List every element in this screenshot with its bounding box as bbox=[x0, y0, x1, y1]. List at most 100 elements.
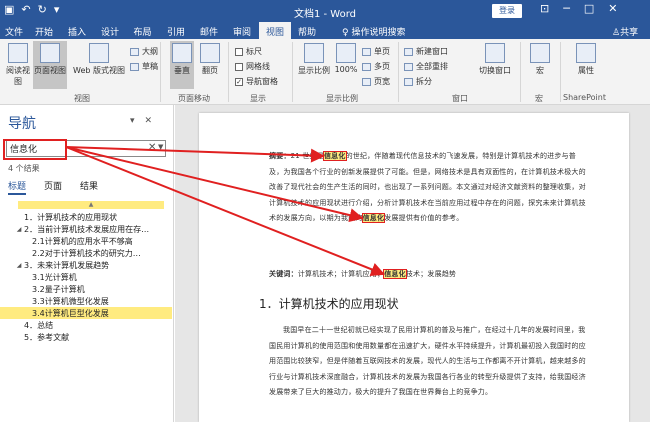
clear-search-icon[interactable]: ✕ bbox=[148, 142, 156, 153]
ruler-checkbox[interactable]: 标尺 bbox=[235, 46, 262, 57]
heading-outline: 1．计算机技术的应用现状 ◢ 2．当前计算机技术发展应用在存… 2.1计算机的应用水平… bbox=[0, 211, 172, 343]
outline-item-label: 5．参考文献 bbox=[24, 332, 70, 342]
restore-icon[interactable]: □ bbox=[584, 2, 594, 15]
outline-item[interactable]: 3.3计算机微型化发展 bbox=[0, 295, 172, 307]
ribbon-display-icon[interactable]: ⊡ bbox=[540, 2, 549, 15]
tell-me-search[interactable]: ♀ 操作说明搜索 bbox=[342, 25, 405, 38]
group-label-show: 显示 bbox=[250, 94, 266, 103]
side-to-side-button[interactable]: 翻页 bbox=[198, 43, 222, 76]
tab-help[interactable]: 帮助 bbox=[291, 22, 323, 39]
close-icon[interactable]: ✕ bbox=[608, 2, 617, 15]
search-match-indicator[interactable]: ▲ bbox=[18, 201, 164, 209]
search-match[interactable]: 信息化 bbox=[383, 269, 407, 279]
nav-pane-checkbox[interactable]: ✓ 导航窗格 bbox=[235, 76, 278, 87]
read-mode-button[interactable]: 阅读视图 bbox=[6, 43, 30, 87]
group-separator bbox=[520, 42, 521, 102]
collapse-triangle-icon[interactable]: ◢ bbox=[14, 262, 24, 269]
multi-page-button[interactable]: 多页 bbox=[362, 61, 390, 72]
subtab-results[interactable]: 结果 bbox=[80, 179, 98, 195]
zoom-100-icon bbox=[336, 43, 356, 63]
magnifier-icon bbox=[304, 43, 324, 63]
tab-references[interactable]: 引用 bbox=[159, 22, 193, 39]
chevron-down-icon[interactable]: ▼ bbox=[158, 143, 163, 151]
outline-item[interactable]: 4．总结 bbox=[0, 319, 172, 331]
tab-mailings[interactable]: 邮件 bbox=[193, 22, 225, 39]
minimize-icon[interactable]: ─ bbox=[563, 2, 570, 15]
tab-home[interactable]: 开始 bbox=[28, 22, 60, 39]
outline-view-button[interactable]: 大纲 bbox=[130, 46, 158, 57]
split-icon bbox=[404, 77, 413, 86]
tab-layout[interactable]: 布局 bbox=[126, 22, 159, 39]
section-heading: 1．计算机技术的应用现状 bbox=[259, 297, 399, 311]
side-to-side-icon bbox=[200, 43, 220, 63]
outline-item[interactable]: 1．计算机技术的应用现状 bbox=[0, 211, 172, 223]
body-paragraph: 我国早在二十一世纪初就已经实现了民用计算机的普及与推广，在经过十几年的发展时间里… bbox=[269, 326, 586, 396]
keywords-label: 关键词： bbox=[269, 270, 298, 278]
macros-button[interactable]: 宏 bbox=[526, 43, 554, 76]
document-page[interactable]: 摘要：21 世纪是信息化的世纪，伴随着现代信息技术的飞速发展，特别是计算机技术的… bbox=[199, 113, 629, 422]
group-label-zoom: 显示比例 bbox=[326, 94, 358, 103]
gridlines-checkbox[interactable]: 网格线 bbox=[235, 61, 270, 72]
outline-item[interactable]: 2.1计算机的应用水平不够高 bbox=[0, 235, 172, 247]
group-separator bbox=[398, 42, 399, 102]
web-layout-icon bbox=[89, 43, 109, 63]
subtab-headings[interactable]: 标题 bbox=[8, 179, 27, 195]
tab-design[interactable]: 设计 bbox=[94, 22, 126, 39]
new-window-button[interactable]: 新建窗口 bbox=[404, 46, 448, 57]
outline-item[interactable]: 3.4计算机巨型化发展 bbox=[0, 307, 172, 319]
print-layout-button[interactable]: 页面视图 bbox=[33, 41, 67, 89]
search-match[interactable]: 信息化 bbox=[322, 151, 347, 161]
draft-view-button[interactable]: 草稿 bbox=[130, 61, 158, 72]
ribbon-tabs: 文件 开始 插入 设计 布局 引用 邮件 审阅 视图 帮助 ♀ 操作说明搜索 ♙… bbox=[0, 22, 650, 39]
search-match[interactable]: 信息化 bbox=[361, 213, 386, 223]
checkmark-icon: ✓ bbox=[235, 77, 243, 86]
collapse-triangle-icon[interactable]: ◢ bbox=[14, 226, 24, 233]
outline-item[interactable]: 3.2量子计算机 bbox=[0, 283, 172, 295]
outline-item-label: 2.2对于计算机技术的研究力… bbox=[32, 248, 141, 258]
group-separator bbox=[560, 42, 561, 102]
navigation-pane: 导航 ▾ ✕ ✕ ▼ 4 个结果 标题 页面 结果 ▲ 1．计算机技术的应用现状… bbox=[0, 105, 174, 422]
zoom-button[interactable]: 显示比例 bbox=[296, 43, 332, 76]
tab-insert[interactable]: 插入 bbox=[60, 22, 94, 39]
outline-item-label: 3.3计算机微型化发展 bbox=[32, 296, 109, 306]
properties-icon bbox=[576, 43, 596, 63]
tab-view[interactable]: 视图 bbox=[259, 22, 291, 39]
outline-item-label: 4．总结 bbox=[24, 320, 54, 330]
share-button[interactable]: ♙共享 bbox=[612, 25, 638, 38]
document-area: 摘要：21 世纪是信息化的世纪，伴随着现代信息技术的飞速发展，特别是计算机技术的… bbox=[175, 105, 650, 422]
split-button[interactable]: 拆分 bbox=[404, 76, 432, 87]
checkbox-icon bbox=[235, 62, 243, 71]
outline-item[interactable]: ◢ 2．当前计算机技术发展应用在存… bbox=[0, 223, 172, 235]
zoom-100-button[interactable]: 100% bbox=[334, 43, 358, 74]
group-label-views: 视图 bbox=[74, 94, 90, 103]
nav-pane-controls: ▾ ✕ bbox=[130, 116, 152, 126]
outline-item[interactable]: 2.2对于计算机技术的研究力… bbox=[0, 247, 172, 259]
login-button[interactable]: 登录 bbox=[492, 4, 522, 18]
switch-windows-icon bbox=[485, 43, 505, 63]
outline-item[interactable]: ◢ 3．未来计算机发展趋势 bbox=[0, 259, 172, 271]
nav-search-input[interactable] bbox=[7, 141, 127, 156]
close-icon[interactable]: ✕ bbox=[145, 116, 153, 126]
chevron-down-icon[interactable]: ▾ bbox=[130, 116, 135, 126]
switch-windows-button[interactable]: 切换窗口 bbox=[476, 43, 514, 76]
page-width-button[interactable]: 页宽 bbox=[362, 76, 390, 87]
vertical-move-button[interactable]: 垂直 bbox=[170, 41, 194, 89]
properties-button[interactable]: 属性 bbox=[572, 43, 600, 76]
web-layout-button[interactable]: Web 版式视图 bbox=[69, 43, 129, 76]
outline-item-label: 3.4计算机巨型化发展 bbox=[32, 308, 109, 318]
read-mode-icon bbox=[8, 43, 28, 63]
tab-file[interactable]: 文件 bbox=[0, 22, 28, 39]
tab-review[interactable]: 审阅 bbox=[225, 22, 259, 39]
subtab-pages[interactable]: 页面 bbox=[44, 179, 62, 195]
ribbon-view: 阅读视图 页面视图 Web 版式视图 大纲 草稿 视图 垂直 翻页 页面移动 标… bbox=[0, 39, 650, 105]
title-bar: ▣ ↶ ↻ ▾ 文档1 - Word 登录 ⊡ ─ □ ✕ bbox=[0, 0, 650, 22]
arrange-all-button[interactable]: 全部重排 bbox=[404, 61, 448, 72]
one-page-button[interactable]: 单页 bbox=[362, 46, 390, 57]
outline-icon bbox=[130, 47, 139, 56]
macros-icon bbox=[530, 43, 550, 63]
outline-item[interactable]: 5．参考文献 bbox=[0, 331, 172, 343]
window-controls: ⊡ ─ □ ✕ bbox=[540, 2, 617, 15]
outline-item[interactable]: 3.1光计算机 bbox=[0, 271, 172, 283]
group-label-sharepoint: SharePoint bbox=[563, 93, 606, 102]
group-separator bbox=[292, 42, 293, 102]
